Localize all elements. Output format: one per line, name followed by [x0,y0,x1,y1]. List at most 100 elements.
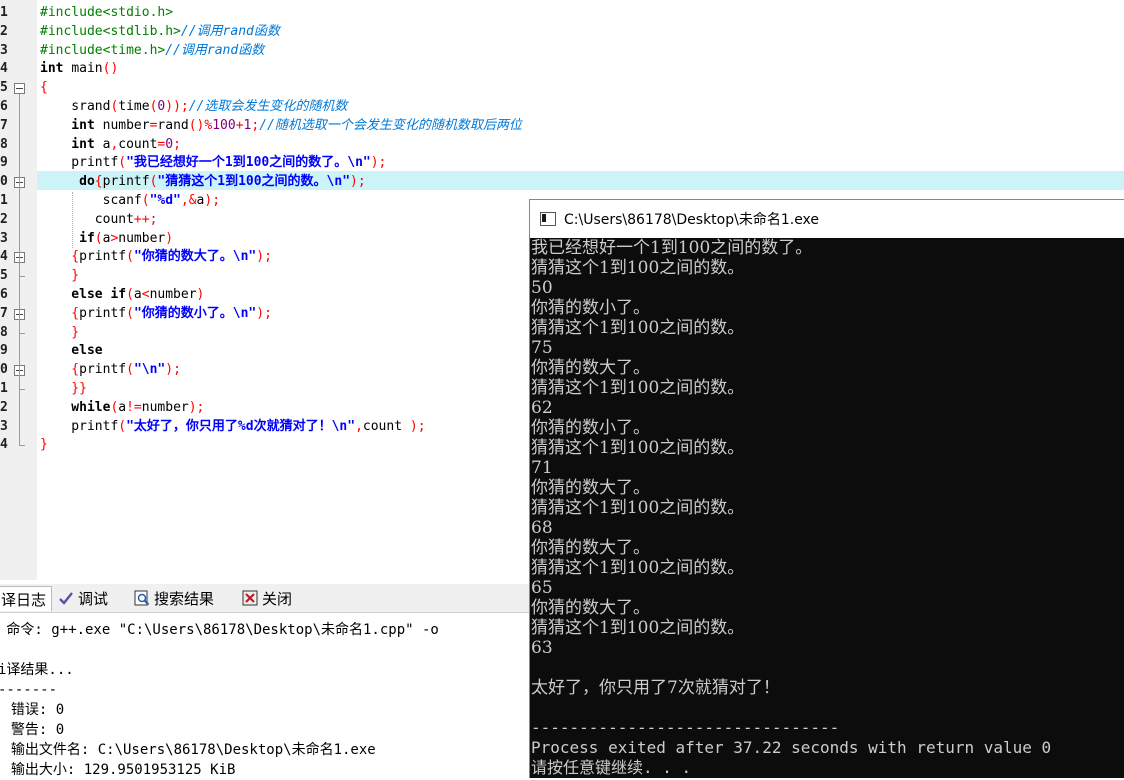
code-token: "你猜的数小了。\n" [133,305,257,321]
console-line: 猜猜这个1到100之间的数。 [531,438,745,458]
code-token: ); [256,305,272,321]
code-line: {printf("你猜的数小了。\n"); [40,305,272,324]
code-token: { [40,362,80,378]
code-line: do{printf("猜猜这个1到100之间的数。\n"); [40,173,366,192]
code-token: number [149,287,197,302]
code-token: ( [141,193,150,208]
line-number: 6 [0,99,8,114]
log-line: i译结果... [0,662,74,678]
code-line: int a,count=0; [40,136,181,155]
tab-search-results[interactable]: 搜索结果 [134,586,214,610]
code-token: ); [188,399,205,415]
code-line: while(a!=number); [40,399,204,418]
code-token: #include<stdlib.h> [40,23,181,39]
code-token: "\n" [133,362,166,378]
line-number: 0 [0,362,8,378]
log-line: - 输出文件名: C:\Users\86178\Desktop\未命名1.exe [0,742,376,758]
code-token: else if [40,287,127,302]
code-token: //调用rand函数 [165,42,265,58]
code-line: count++; [40,211,158,230]
code-line: } [40,267,79,286]
code-token: { [94,174,103,190]
bottom-output-panel: 译日志 调试 搜索结果 关闭 命令: g++.exe "C:\Users\861… [0,580,530,778]
code-token: ); [256,249,272,265]
code-token: () [102,61,119,77]
code-token: main [71,61,103,77]
console-line: 猜猜这个1到100之间的数。 [531,558,745,578]
console-line: Process exited after 37.22 seconds with … [531,738,1052,757]
code-token: ( [126,287,134,302]
console-line: 71 [531,458,553,478]
code-line: scanf("%d",&a); [40,192,220,211]
tab-debug[interactable]: 调试 [58,586,108,610]
log-line: - 错误: 0 [0,702,65,718]
line-number: 3 [0,42,8,58]
code-token: ( [126,362,134,378]
console-line: 你猜的数大了。 [531,598,650,618]
console-line: 猜猜这个1到100之间的数。 [531,618,745,638]
console-line: 你猜的数大了。 [531,478,650,498]
tab-close-panel[interactable]: 关闭 [242,586,292,610]
code-token: "猜猜这个1到100之间的数。\n" [157,174,351,190]
console-line: 你猜的数小了。 [531,418,650,438]
code-line: } [40,324,79,343]
line-number: 4 [0,61,8,77]
code-token: ) [196,287,205,302]
console-line: 你猜的数小了。 [531,298,650,318]
code-token: do [40,174,95,190]
console-window[interactable]: C:\Users\86178\Desktop\未命名1.exe 我已经想好一个1… [529,199,1124,778]
code-line: if(a>number) [40,230,173,249]
code-token: a [118,399,127,415]
code-token: ( [118,155,127,171]
code-token: "你猜的数大了。\n" [133,249,257,265]
code-token: else [40,343,103,359]
fold-toggle-icon[interactable] [14,83,25,95]
console-line: 68 [531,518,553,538]
fold-end [19,276,25,278]
console-line: 猜猜这个1到100之间的数。 [531,378,745,398]
code-token: ); [350,174,366,190]
line-number: 0 [0,174,8,190]
line-number: 7 [0,117,8,133]
fold-end [19,445,25,447]
line-number: 3 [0,230,8,246]
console-output: 我已经想好一个1到100之间的数了。 猜猜这个1到100之间的数。 50 你猜的数小了… [530,238,1124,778]
code-token: number [118,230,166,246]
code-token: number [102,117,150,133]
code-token: 100 [212,117,236,133]
line-number: 9 [0,155,8,171]
code-token: { [40,80,48,96]
console-line: 62 [531,398,553,418]
console-line: 猜猜这个1到100之间的数。 [531,498,745,518]
line-number: 9 [0,343,8,359]
code-token: while [40,399,111,415]
code-token: #include<stdio.h> [40,5,174,20]
panel-tab-bar: 译日志 调试 搜索结果 关闭 [0,584,530,613]
code-token: < [141,287,150,302]
code-token: { [40,249,80,265]
line-number: 5 [0,80,8,96]
code-line: int number=rand()%100+1;//随机选取一个会发生变化的随机… [40,117,522,136]
code-token: } [40,437,48,453]
code-token: ); [409,418,426,434]
code-line: #include<stdio.h> [40,4,173,23]
line-number: 2 [0,399,8,415]
code-token: time [118,99,150,114]
code-line: }} [40,380,87,399]
code-token: ; [251,117,260,133]
line-number: 8 [0,324,8,340]
code-token: ,& [180,193,197,208]
code-token: srand [40,99,111,114]
console-line: 你猜的数大了。 [531,538,650,558]
line-number: 2 [0,23,8,39]
code-token: }} [40,381,87,396]
line-number: 8 [0,136,8,152]
console-line: 50 [531,278,553,298]
code-token: ) [165,230,174,246]
tab-compile-log[interactable]: 译日志 [0,586,52,611]
code-line: #include<stdlib.h>//调用rand函数 [40,23,280,42]
code-token: //选取会发生变化的随机数 [188,99,348,114]
console-title-bar[interactable]: C:\Users\86178\Desktop\未命名1.exe [530,200,1124,238]
code-token: number [141,399,189,415]
console-line: 你猜的数大了。 [531,358,650,378]
